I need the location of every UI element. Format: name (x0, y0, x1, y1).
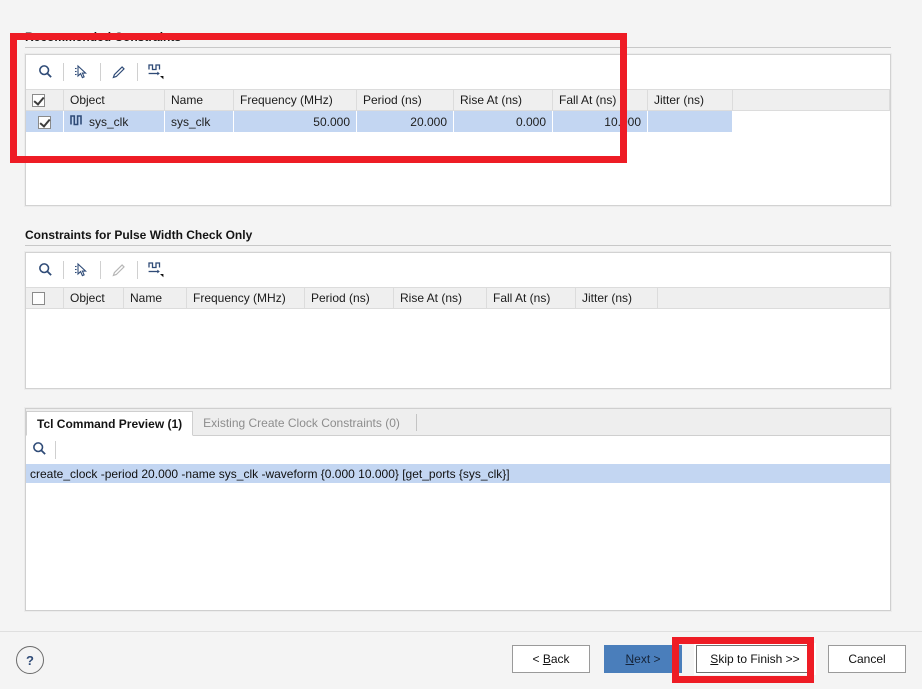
toolbar-divider (100, 260, 101, 279)
pulse-width-constraints-section: Constraints for Pulse Width Check Only O… (25, 228, 891, 389)
tcl-command-line[interactable]: create_clock -period 20.000 -name sys_cl… (26, 464, 890, 483)
column-filler (732, 89, 890, 111)
tab-tcl-command-preview[interactable]: Tcl Command Preview (1) (26, 411, 194, 436)
cell-object: sys_clk (63, 110, 165, 132)
cell-rise-at: 0.000 (453, 110, 553, 132)
back-button-label: < Back (532, 652, 570, 666)
pulse-width-table[interactable]: Object Name Frequency (MHz) Period (ns) … (26, 287, 890, 309)
column-object[interactable]: Object (63, 287, 124, 309)
cancel-button[interactable]: Cancel (828, 645, 906, 673)
cell-filler (732, 110, 890, 132)
column-object[interactable]: Object (63, 89, 165, 111)
cell-name: sys_clk (164, 110, 234, 132)
column-fall-at[interactable]: Fall At (ns) (486, 287, 576, 309)
cell-period: 20.000 (356, 110, 454, 132)
clock-arrow-icon[interactable] (141, 256, 171, 283)
search-icon[interactable] (32, 441, 47, 459)
recommended-constraints-title: Recommended Constraints (25, 30, 182, 44)
tcl-command-text: create_clock -period 20.000 -name sys_cl… (30, 466, 510, 481)
title-divider (25, 47, 891, 48)
tab-existing-create-clock-constraints[interactable]: Existing Create Clock Constraints (0) (193, 410, 410, 435)
recommended-constraints-panel: Object Name Frequency (MHz) Period (ns) … (25, 54, 891, 206)
pulse-width-panel: Object Name Frequency (MHz) Period (ns) … (25, 252, 891, 389)
column-rise-at[interactable]: Rise At (ns) (453, 89, 553, 111)
recommended-table-toolbar (26, 55, 890, 89)
column-filler (657, 287, 890, 309)
help-label: ? (26, 652, 34, 668)
column-fall-at[interactable]: Fall At (ns) (552, 89, 648, 111)
next-button[interactable]: Next > (604, 645, 682, 673)
select-icon[interactable] (67, 58, 97, 85)
column-frequency[interactable]: Frequency (MHz) (233, 89, 357, 111)
column-name[interactable]: Name (164, 89, 234, 111)
toolbar-divider (63, 62, 64, 81)
toolbar-divider (63, 260, 64, 279)
select-all-checkbox[interactable] (32, 94, 45, 108)
table-header-row: Object Name Frequency (MHz) Period (ns) … (26, 89, 890, 111)
pulse-width-table-toolbar (26, 253, 890, 287)
clock-arrow-icon[interactable] (141, 58, 171, 85)
column-rise-at[interactable]: Rise At (ns) (393, 287, 487, 309)
preview-section: Tcl Command Preview (1) Existing Create … (25, 408, 891, 611)
preview-search-bar (26, 436, 890, 464)
search-icon[interactable] (30, 58, 60, 85)
tab-label: Existing Create Clock Constraints (0) (203, 415, 400, 430)
recommended-constraints-section: Recommended Constraints Object Name Freq… (25, 30, 891, 206)
footer-button-row: < Back Next > Skip to Finish >> Cancel (512, 644, 906, 674)
edit-icon[interactable] (104, 58, 134, 85)
tab-label: Tcl Command Preview (1) (37, 416, 183, 431)
tab-divider (415, 414, 417, 431)
search-divider (55, 441, 56, 459)
select-icon[interactable] (67, 256, 97, 283)
pulse-width-title: Constraints for Pulse Width Check Only (25, 228, 253, 242)
toolbar-divider (137, 260, 138, 279)
search-icon[interactable] (30, 256, 60, 283)
dialog-footer: ? < Back Next > Skip to Finish >> Cancel (0, 631, 922, 689)
table-header-row: Object Name Frequency (MHz) Period (ns) … (26, 287, 890, 309)
preview-tabstrip: Tcl Command Preview (1) Existing Create … (26, 409, 890, 436)
preview-panel: Tcl Command Preview (1) Existing Create … (25, 408, 891, 611)
title-divider (25, 245, 891, 246)
column-period[interactable]: Period (ns) (304, 287, 394, 309)
help-icon[interactable]: ? (16, 646, 44, 674)
column-jitter[interactable]: Jitter (ns) (647, 89, 733, 111)
cell-frequency: 50.000 (233, 110, 357, 132)
skip-to-finish-label: Skip to Finish >> (710, 652, 800, 666)
toolbar-divider (100, 62, 101, 81)
select-all-checkbox-header[interactable] (26, 89, 64, 111)
skip-to-finish-button[interactable]: Skip to Finish >> (695, 644, 815, 674)
column-period[interactable]: Period (ns) (356, 89, 454, 111)
toolbar-divider (137, 62, 138, 81)
column-frequency[interactable]: Frequency (MHz) (186, 287, 305, 309)
cell-object-label: sys_clk (89, 114, 129, 129)
recommended-constraints-table[interactable]: Object Name Frequency (MHz) Period (ns) … (26, 89, 890, 132)
select-all-checkbox[interactable] (32, 292, 45, 306)
row-checkbox[interactable] (38, 115, 51, 129)
row-checkbox-cell[interactable] (26, 110, 64, 132)
back-button[interactable]: < Back (512, 645, 590, 673)
edit-icon (104, 256, 134, 283)
table-row[interactable]: sys_clk sys_clk 50.000 20.000 0.000 10.0… (26, 110, 890, 132)
next-button-label: Next > (625, 652, 661, 666)
cell-jitter (647, 110, 733, 132)
column-jitter[interactable]: Jitter (ns) (575, 287, 658, 309)
select-all-checkbox-header[interactable] (26, 287, 64, 309)
cell-fall-at: 10.000 (552, 110, 648, 132)
clock-waveform-icon (70, 114, 84, 129)
column-name[interactable]: Name (123, 287, 187, 309)
cancel-button-label: Cancel (848, 652, 886, 666)
